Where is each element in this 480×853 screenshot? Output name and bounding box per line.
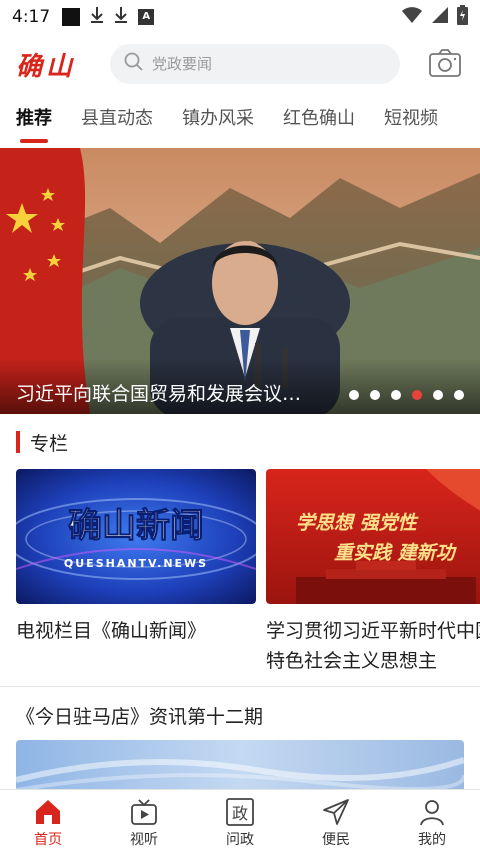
nav-label: 我的 — [418, 832, 446, 848]
column-card[interactable]: 学思想 强党性 重实践 建新功 学习贯彻习近平新时代中国特色社会主义思想主 — [266, 469, 480, 676]
carousel-dot[interactable] — [454, 390, 464, 400]
carousel-dot[interactable] — [370, 390, 380, 400]
zheng-icon: 政 — [226, 798, 254, 826]
download-icon — [114, 6, 128, 28]
section-header: 专栏 — [16, 430, 69, 455]
wifi-icon — [401, 6, 423, 28]
news-item-title[interactable]: 《今日驻马店》资讯第十二期 — [16, 702, 263, 729]
nav-label: 视听 — [130, 832, 158, 848]
a-badge-icon: A — [138, 9, 155, 25]
nav-label: 便民 — [322, 832, 350, 848]
tab-red-queshan[interactable]: 红色确山 — [283, 99, 355, 139]
status-time: 4:17 — [12, 7, 51, 27]
carousel-dots — [349, 390, 464, 400]
svg-text:政: 政 — [232, 804, 248, 823]
tab-recommend[interactable]: 推荐 — [16, 99, 52, 143]
signal-icon — [431, 6, 449, 28]
user-icon — [420, 800, 444, 826]
card-title: 电视栏目《确山新闻》 — [16, 620, 207, 642]
nav-video[interactable]: 视听 — [96, 790, 192, 853]
app-header: 确山 — [0, 40, 480, 90]
search-input[interactable] — [152, 55, 372, 73]
send-icon — [323, 799, 349, 825]
card-thumbnail: 学思想 强党性 重实践 建新功 — [266, 469, 480, 604]
column-card[interactable]: 确山新闻 QUESHANTV.NEWS 电视栏目《确山新闻》 — [16, 469, 256, 646]
nav-profile[interactable]: 我的 — [384, 790, 480, 853]
card-image-subtext: QUESHANTV.NEWS — [64, 557, 208, 570]
card-image-text-line2: 重实践 建新功 — [334, 542, 458, 564]
notification-square-icon — [62, 8, 81, 26]
carousel-dot[interactable] — [391, 390, 401, 400]
home-icon — [36, 800, 60, 824]
card-image-text: 确山新闻 — [68, 506, 204, 546]
channel-tabs: 推荐 县直动态 镇办风采 红色确山 短视频 — [0, 94, 480, 144]
carousel-dot-active[interactable] — [412, 390, 422, 400]
bottom-navigation: 首页 视听 政 问政 便民 我的 — [0, 789, 480, 853]
search-icon — [124, 52, 144, 76]
download-icon — [90, 6, 104, 28]
app-logo: 确山 — [16, 52, 77, 82]
search-bar[interactable] — [110, 44, 400, 84]
tab-short-video[interactable]: 短视频 — [384, 99, 438, 139]
tab-county-news[interactable]: 县直动态 — [81, 99, 153, 139]
nav-politics[interactable]: 政 问政 — [192, 790, 288, 853]
tab-town-style[interactable]: 镇办风采 — [182, 99, 254, 139]
card-title: 学习贯彻习近平新时代中国特色社会主义思想主 — [266, 620, 480, 672]
section-accent-bar — [16, 431, 20, 453]
nav-label: 首页 — [34, 832, 62, 848]
tv-icon — [131, 799, 157, 825]
status-bar: 4:17 A — [0, 0, 480, 34]
camera-icon[interactable] — [428, 48, 462, 78]
nav-home[interactable]: 首页 — [0, 790, 96, 853]
banner-caption: 习近平向联合国贸易和发展会议第十五届会议开幕式发表视频致辞 — [16, 383, 316, 405]
nav-services[interactable]: 便民 — [288, 790, 384, 853]
card-thumbnail: 确山新闻 QUESHANTV.NEWS — [16, 469, 256, 604]
column-cards: 确山新闻 QUESHANTV.NEWS 电视栏目《确山新闻》 学思想 强党性 重… — [16, 469, 480, 681]
news-thumbnail[interactable] — [16, 740, 464, 792]
carousel-dot[interactable] — [349, 390, 359, 400]
divider — [0, 686, 480, 687]
section-title: 专栏 — [30, 432, 69, 455]
banner-carousel[interactable]: 习近平向联合国贸易和发展会议第十五届会议开幕式发表视频致辞 — [0, 148, 480, 414]
carousel-dot[interactable] — [433, 390, 443, 400]
card-image-text-line1: 学思想 强党性 — [296, 512, 420, 534]
nav-label: 问政 — [226, 832, 254, 848]
battery-icon — [457, 5, 468, 29]
